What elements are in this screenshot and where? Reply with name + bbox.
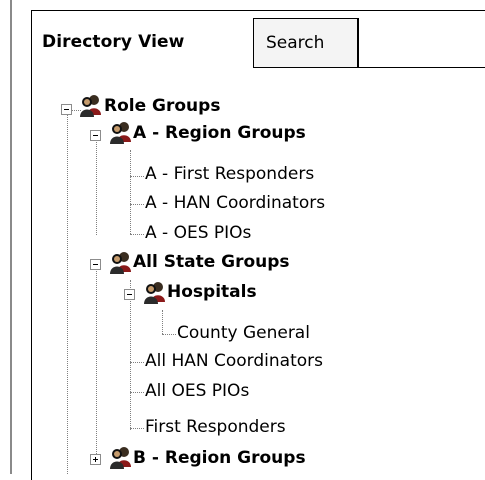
tree-node-all-state-groups[interactable]: All State Groups <box>133 248 290 276</box>
tree-line <box>96 264 97 460</box>
tree-node-county-general[interactable]: County General <box>177 319 310 347</box>
group-people-icon <box>80 95 101 117</box>
tree-node-role-groups[interactable]: Role Groups <box>104 92 220 120</box>
tree-line <box>130 392 144 393</box>
directory-tree: Role Groups A - Region Groups A - First … <box>0 0 485 474</box>
tree-node-first-responders[interactable]: First Responders <box>145 413 286 441</box>
tree-node-all-han-coordinators[interactable]: All HAN Coordinators <box>145 347 323 375</box>
tree-node-all-oes-pios[interactable]: All OES PIOs <box>145 377 249 405</box>
tree-node-a-han-coordinators[interactable]: A - HAN Coordinators <box>145 189 325 217</box>
tree-line <box>130 362 144 363</box>
tree-node-a-oes-pios[interactable]: A - OES PIOs <box>145 219 251 247</box>
tree-line <box>162 310 163 334</box>
tree-node-hospitals[interactable]: Hospitals <box>167 278 257 306</box>
tree-node-a-first-responders[interactable]: A - First Responders <box>145 160 314 188</box>
tree-node-b-region-groups[interactable]: B - Region Groups <box>133 444 306 472</box>
collapse-toggle-hospitals[interactable] <box>124 289 135 300</box>
collapse-toggle-a-region-groups[interactable] <box>90 130 101 141</box>
collapse-toggle-role-groups[interactable] <box>61 104 72 115</box>
group-people-icon <box>110 122 131 144</box>
tree-line <box>96 135 97 235</box>
collapse-toggle-all-state-groups[interactable] <box>90 259 101 270</box>
tree-line <box>130 280 131 430</box>
tree-node-a-region-groups[interactable]: A - Region Groups <box>133 119 306 147</box>
tree-line <box>130 428 144 429</box>
tree-line <box>130 150 131 234</box>
tree-line <box>130 234 144 235</box>
group-people-icon <box>110 447 131 469</box>
group-people-icon <box>144 282 165 304</box>
tree-line <box>67 108 68 474</box>
tree-line <box>130 176 144 177</box>
tree-line <box>162 334 176 335</box>
expand-toggle-b-region-groups[interactable] <box>90 454 101 465</box>
tree-line <box>130 204 144 205</box>
group-people-icon <box>110 252 131 274</box>
